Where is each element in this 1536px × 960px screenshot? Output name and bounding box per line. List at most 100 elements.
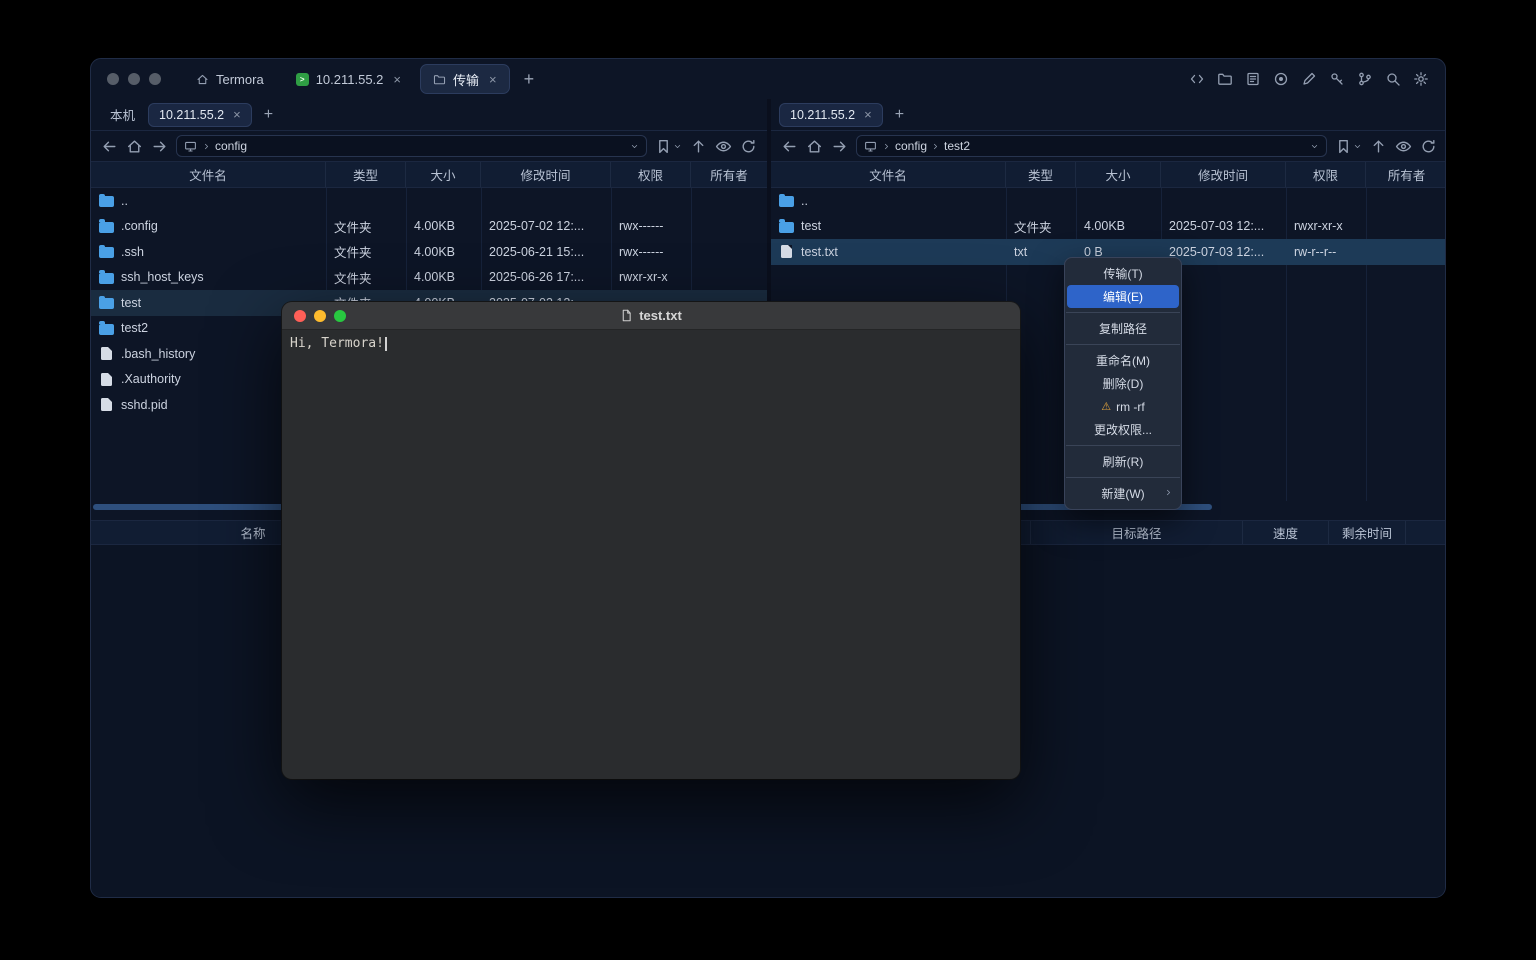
column-header[interactable]: 类型: [326, 162, 406, 187]
minimize-button[interactable]: [314, 310, 326, 322]
path-bar[interactable]: config test2: [856, 135, 1327, 157]
column-header[interactable]: 文件名: [91, 162, 326, 187]
menu-item[interactable]: 重命名(M): [1067, 349, 1179, 372]
file-owner: [1366, 239, 1446, 265]
menu-item[interactable]: 新建(W): [1067, 482, 1179, 505]
close-icon[interactable]: ×: [489, 72, 497, 87]
file-row[interactable]: ssh_host_keys文件夹4.00KB2025-06-26 17:...r…: [91, 265, 767, 291]
key-icon[interactable]: [1329, 71, 1345, 87]
folder-icon[interactable]: [1217, 71, 1233, 87]
tab-remote-host[interactable]: 10.211.55.2 ×: [779, 103, 883, 127]
close-button[interactable]: [294, 310, 306, 322]
journal-icon[interactable]: [1245, 71, 1261, 87]
column-header[interactable]: 修改时间: [481, 162, 611, 187]
transfer-column-header[interactable]: 剩余时间: [1329, 521, 1406, 544]
column-header[interactable]: 类型: [1006, 162, 1076, 187]
pencil-icon[interactable]: [1301, 71, 1317, 87]
menu-item[interactable]: 复制路径: [1067, 317, 1179, 340]
menu-item[interactable]: 更改权限...: [1067, 418, 1179, 441]
code-icon[interactable]: [1189, 71, 1205, 87]
bookmark-button[interactable]: [1335, 138, 1362, 155]
tab-label: 10.211.55.2: [159, 108, 224, 122]
column-header[interactable]: 权限: [1286, 162, 1366, 187]
transfer-column-header[interactable]: 速度: [1243, 521, 1329, 544]
tab-transfer[interactable]: 传输 ×: [420, 64, 510, 94]
menu-item[interactable]: 编辑(E): [1067, 285, 1179, 308]
file-mtime: 2025-06-26 17:...: [481, 265, 611, 291]
new-tab-button[interactable]: +: [524, 70, 535, 88]
file-mtime: 2025-07-03 12:...: [1161, 214, 1286, 240]
file-perm: rwxr-xr-x: [611, 265, 691, 291]
new-pane-tab-button[interactable]: +: [264, 107, 273, 123]
close-icon[interactable]: ×: [393, 72, 401, 87]
tab-host[interactable]: > 10.211.55.2 ×: [283, 64, 414, 94]
menu-item[interactable]: 刷新(R): [1067, 450, 1179, 473]
folder-icon: [779, 222, 794, 233]
close-button[interactable]: [107, 73, 119, 85]
editor-content[interactable]: Hi, Termora!: [282, 330, 1020, 357]
zoom-button[interactable]: [334, 310, 346, 322]
branch-icon[interactable]: [1357, 71, 1373, 87]
file-row[interactable]: ..: [91, 188, 767, 214]
column-header[interactable]: 权限: [611, 162, 691, 187]
tab-termora[interactable]: Termora: [183, 64, 277, 94]
home-button[interactable]: [806, 138, 823, 155]
bookmark-button[interactable]: [655, 138, 682, 155]
chevron-down-icon[interactable]: [630, 142, 639, 151]
settings-icon[interactable]: [1413, 71, 1429, 87]
close-icon[interactable]: ×: [233, 107, 241, 122]
tab-local-machine[interactable]: 本机: [99, 103, 146, 127]
column-header[interactable]: 所有者: [691, 162, 767, 187]
right-pane-tabs: 10.211.55.2 × +: [771, 99, 1446, 131]
menu-item[interactable]: 传输(T): [1067, 262, 1179, 285]
column-header[interactable]: 修改时间: [1161, 162, 1286, 187]
path-segment[interactable]: test2: [944, 139, 970, 153]
search-icon[interactable]: [1385, 71, 1401, 87]
bookmark-icon: [1335, 138, 1352, 155]
chevron-down-icon[interactable]: [1310, 142, 1319, 151]
show-hidden-button[interactable]: [715, 138, 732, 155]
file-icon: [101, 373, 112, 386]
menu-item[interactable]: 删除(D): [1067, 372, 1179, 395]
record-icon[interactable]: [1273, 71, 1289, 87]
zoom-button[interactable]: [149, 73, 161, 85]
parent-dir-button[interactable]: [1370, 138, 1387, 155]
editor-titlebar[interactable]: test.txt: [282, 302, 1020, 330]
chevron-down-icon: [673, 142, 682, 151]
column-header[interactable]: 所有者: [1366, 162, 1446, 187]
back-button[interactable]: [781, 138, 798, 155]
file-name-text: .ssh: [121, 245, 144, 259]
editor-window: test.txt Hi, Termora!: [282, 302, 1020, 779]
forward-button[interactable]: [151, 138, 168, 155]
refresh-button[interactable]: [740, 138, 757, 155]
transfer-column-header[interactable]: 目标路径: [1031, 521, 1243, 544]
file-row[interactable]: test文件夹4.00KB2025-07-03 12:...rwxr-xr-x: [771, 214, 1446, 240]
file-row[interactable]: .ssh文件夹4.00KB2025-06-21 15:...rwx------: [91, 239, 767, 265]
file-row[interactable]: .config文件夹4.00KB2025-07-02 12:...rwx----…: [91, 214, 767, 240]
path-segment[interactable]: config: [895, 139, 927, 153]
file-name: ..: [91, 188, 326, 214]
parent-dir-button[interactable]: [690, 138, 707, 155]
refresh-button[interactable]: [1420, 138, 1437, 155]
file-icon: [101, 347, 112, 360]
show-hidden-button[interactable]: [1395, 138, 1412, 155]
path-bar[interactable]: config: [176, 135, 647, 157]
menu-item-label: 复制路径: [1099, 320, 1147, 337]
warning-icon: ⚠: [1101, 400, 1111, 413]
minimize-button[interactable]: [128, 73, 140, 85]
tab-remote-host[interactable]: 10.211.55.2 ×: [148, 103, 252, 127]
file-owner: [691, 188, 767, 214]
column-header[interactable]: 大小: [1076, 162, 1161, 187]
new-pane-tab-button[interactable]: +: [895, 107, 904, 123]
home-button[interactable]: [126, 138, 143, 155]
transfer-column-header[interactable]: [1406, 521, 1446, 544]
tab-label: 本机: [110, 105, 135, 124]
menu-item[interactable]: ⚠rm -rf: [1067, 395, 1179, 418]
forward-button[interactable]: [831, 138, 848, 155]
column-header[interactable]: 文件名: [771, 162, 1006, 187]
back-button[interactable]: [101, 138, 118, 155]
file-row[interactable]: ..: [771, 188, 1446, 214]
column-header[interactable]: 大小: [406, 162, 481, 187]
path-segment[interactable]: config: [215, 139, 247, 153]
close-icon[interactable]: ×: [864, 107, 872, 122]
